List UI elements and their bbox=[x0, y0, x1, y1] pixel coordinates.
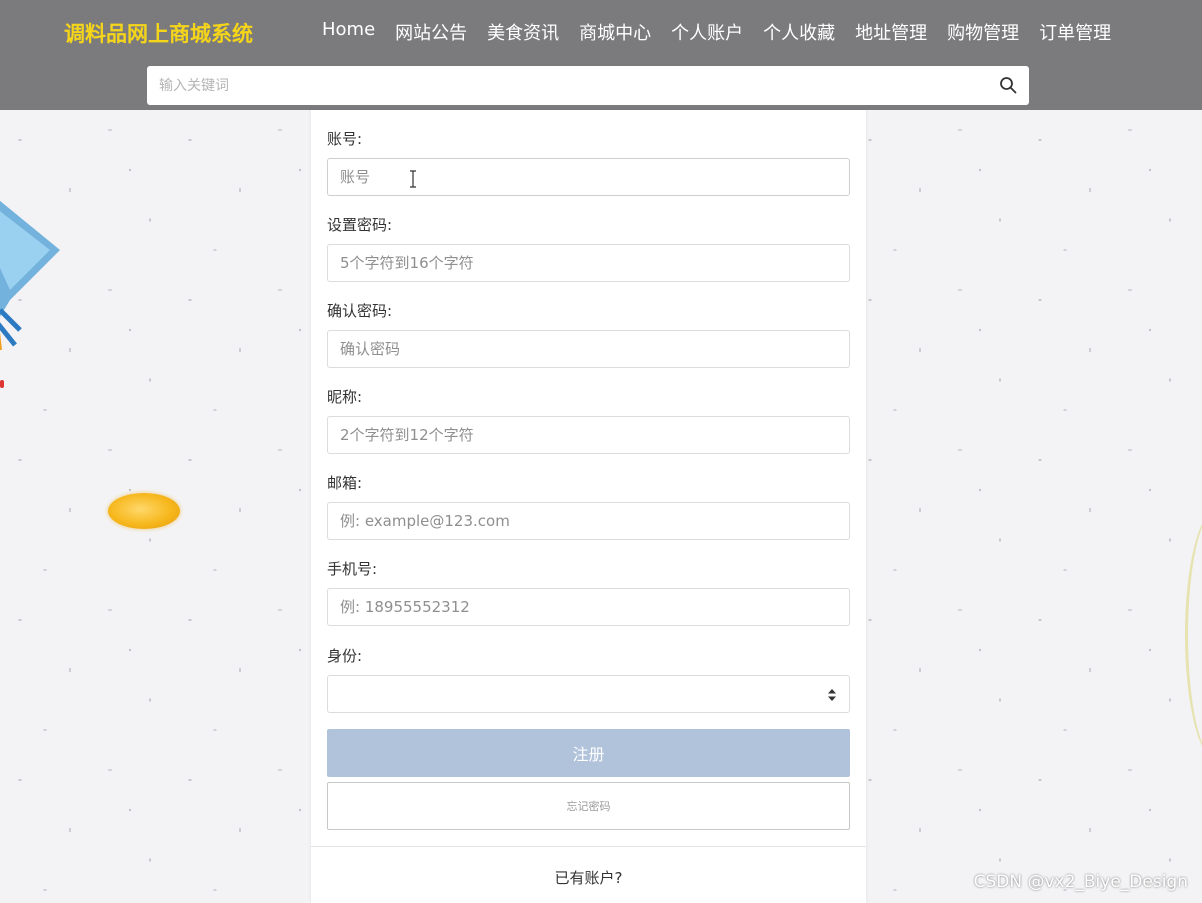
nav-favorites[interactable]: 个人收藏 bbox=[763, 19, 835, 45]
red-decoration bbox=[0, 380, 4, 388]
nav-personal-account[interactable]: 个人账户 bbox=[671, 19, 743, 45]
identity-label: 身份: bbox=[327, 647, 363, 665]
main-nav: Home 网站公告 美食资讯 商城中心 个人账户 个人收藏 地址管理 购物管理 … bbox=[312, 19, 1121, 45]
nav-mall-center[interactable]: 商城中心 bbox=[579, 19, 651, 45]
nav-announcements[interactable]: 网站公告 bbox=[395, 19, 467, 45]
phone-input[interactable] bbox=[327, 588, 850, 626]
coin-illustration bbox=[108, 493, 180, 529]
watermark: CSDN @vx2_Biye_Design bbox=[973, 872, 1188, 892]
site-logo[interactable]: 调料品网上商城系统 bbox=[64, 18, 253, 48]
have-account-link[interactable]: 已有账户? bbox=[311, 867, 866, 888]
nav-food-news[interactable]: 美食资讯 bbox=[487, 19, 559, 45]
search-icon[interactable] bbox=[999, 76, 1017, 94]
arc-decoration bbox=[1185, 510, 1202, 760]
email-input[interactable] bbox=[327, 502, 850, 540]
confirm-password-label: 确认密码: bbox=[327, 302, 393, 320]
password-input[interactable] bbox=[327, 244, 850, 282]
search-bar bbox=[147, 66, 1029, 105]
nav-home[interactable]: Home bbox=[322, 19, 375, 45]
forgot-password-button[interactable]: 忘记密码 bbox=[327, 782, 850, 830]
nav-order-management[interactable]: 订单管理 bbox=[1039, 19, 1111, 45]
nickname-label: 昵称: bbox=[327, 388, 363, 406]
register-form-panel: 账号: 设置密码: 确认密码: 昵称: 邮箱: 手机号: 身份: 注册 忘记密码… bbox=[311, 110, 866, 903]
nav-shopping-management[interactable]: 购物管理 bbox=[947, 19, 1019, 45]
nav-address-management[interactable]: 地址管理 bbox=[855, 19, 927, 45]
identity-select[interactable] bbox=[327, 675, 850, 713]
select-arrows-icon bbox=[828, 689, 836, 701]
account-input[interactable] bbox=[327, 158, 850, 196]
password-label: 设置密码: bbox=[327, 216, 393, 234]
confirm-password-input[interactable] bbox=[327, 330, 850, 368]
top-header: 调料品网上商城系统 Home 网站公告 美食资讯 商城中心 个人账户 个人收藏 … bbox=[0, 0, 1202, 110]
divider bbox=[311, 846, 866, 847]
nickname-input[interactable] bbox=[327, 416, 850, 454]
email-label: 邮箱: bbox=[327, 474, 363, 492]
phone-label: 手机号: bbox=[327, 560, 378, 578]
search-input[interactable] bbox=[147, 66, 987, 105]
register-button[interactable]: 注册 bbox=[327, 729, 850, 777]
text-cursor-icon bbox=[410, 170, 416, 188]
hot-air-balloon-illustration bbox=[0, 200, 60, 350]
account-label: 账号: bbox=[327, 130, 363, 148]
